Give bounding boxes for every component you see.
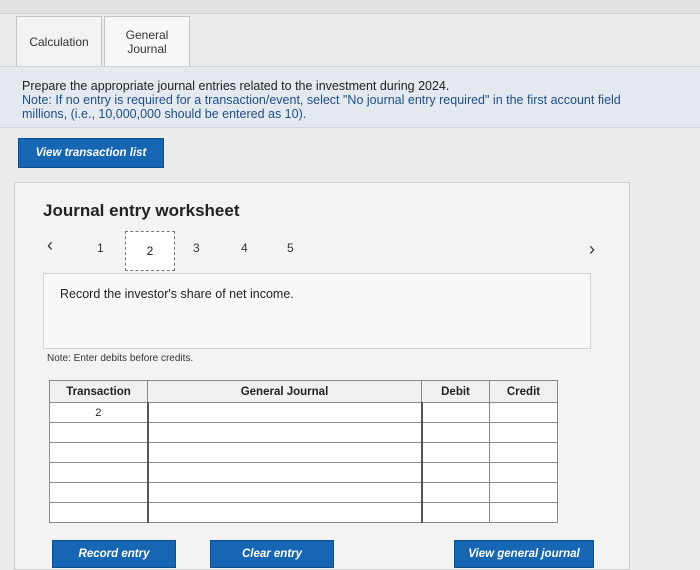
table-row bbox=[49, 422, 558, 443]
debit-value bbox=[423, 503, 490, 522]
credit-value bbox=[490, 443, 557, 462]
transaction-cell bbox=[49, 482, 149, 503]
table-row: 2 bbox=[49, 402, 558, 423]
account-value bbox=[149, 463, 421, 482]
transaction-cell bbox=[49, 462, 149, 483]
debit-value bbox=[423, 423, 490, 442]
transaction-description-box: Record the investor's share of net incom… bbox=[43, 273, 591, 349]
debit-value bbox=[423, 483, 490, 502]
credit-input[interactable] bbox=[489, 462, 558, 483]
page-link-5[interactable]: 5 bbox=[287, 241, 294, 255]
debits-note: Note: Enter debits before credits. bbox=[47, 353, 194, 364]
debit-input[interactable] bbox=[420, 482, 490, 503]
debit-input[interactable] bbox=[420, 402, 490, 423]
transaction-cell: 2 bbox=[49, 402, 149, 423]
view-transaction-list-button[interactable]: View transaction list bbox=[18, 138, 164, 168]
chevron-left-icon[interactable]: ‹ bbox=[47, 235, 53, 256]
credit-input[interactable] bbox=[489, 442, 558, 463]
worksheet-title: Journal entry worksheet bbox=[43, 201, 240, 220]
table-row bbox=[49, 442, 558, 463]
instructions-note-cont: millions, (i.e., 10,000,000 should be en… bbox=[22, 107, 307, 121]
account-select[interactable] bbox=[146, 402, 422, 423]
debit-value bbox=[423, 403, 490, 422]
account-select[interactable] bbox=[146, 482, 422, 503]
tab-general-journal-label: General Journal bbox=[125, 27, 169, 56]
journal-entry-worksheet: Journal entry worksheet ‹ 1 2 3 4 5 › Re… bbox=[14, 182, 630, 570]
account-value bbox=[149, 403, 421, 422]
transaction-cell bbox=[49, 442, 149, 463]
page-link-2-current[interactable]: 2 bbox=[125, 231, 175, 271]
account-value bbox=[149, 423, 421, 442]
debit-input[interactable] bbox=[420, 502, 490, 523]
page-link-2-label: 2 bbox=[146, 244, 154, 258]
table-row bbox=[49, 502, 558, 523]
instructions-panel: Prepare the appropriate journal entries … bbox=[0, 66, 700, 128]
header-debit: Debit bbox=[421, 380, 490, 403]
transaction-cell bbox=[49, 502, 149, 523]
account-value bbox=[149, 483, 421, 502]
credit-value bbox=[490, 503, 557, 522]
header-general-journal: General Journal bbox=[147, 380, 422, 403]
view-general-journal-button[interactable]: View general journal bbox=[454, 540, 594, 568]
account-select[interactable] bbox=[146, 462, 422, 483]
journal-table-header: Transaction General Journal Debit Credit bbox=[49, 380, 558, 403]
credit-input[interactable] bbox=[489, 482, 558, 503]
journal-table: Transaction General Journal Debit Credit… bbox=[49, 380, 558, 523]
instructions-text: Prepare the appropriate journal entries … bbox=[22, 79, 450, 93]
debit-input[interactable] bbox=[420, 422, 490, 443]
table-row bbox=[49, 462, 558, 483]
debit-value bbox=[423, 443, 490, 462]
table-row bbox=[49, 482, 558, 503]
tab-general-journal[interactable]: General Journal bbox=[104, 16, 190, 66]
tab-calculation[interactable]: Calculation bbox=[16, 16, 102, 66]
credit-input[interactable] bbox=[489, 402, 558, 423]
top-strip bbox=[0, 0, 700, 14]
debit-input[interactable] bbox=[420, 442, 490, 463]
chevron-right-icon[interactable]: › bbox=[589, 239, 595, 260]
account-select[interactable] bbox=[146, 422, 422, 443]
record-entry-button[interactable]: Record entry bbox=[52, 540, 176, 568]
credit-input[interactable] bbox=[489, 502, 558, 523]
clear-entry-button[interactable]: Clear entry bbox=[210, 540, 334, 568]
page-link-3[interactable]: 3 bbox=[193, 241, 200, 255]
header-credit: Credit bbox=[489, 380, 558, 403]
transaction-cell bbox=[49, 422, 149, 443]
account-value bbox=[149, 503, 421, 522]
credit-value bbox=[490, 483, 557, 502]
header-transaction: Transaction bbox=[49, 380, 148, 403]
instructions-note: Note: If no entry is required for a tran… bbox=[22, 93, 621, 107]
account-select[interactable] bbox=[146, 442, 422, 463]
page-link-1[interactable]: 1 bbox=[97, 241, 104, 255]
credit-value bbox=[490, 423, 557, 442]
credit-value bbox=[490, 403, 557, 422]
tab-calculation-label: Calculation bbox=[29, 34, 89, 49]
credit-input[interactable] bbox=[489, 422, 558, 443]
account-value bbox=[149, 443, 421, 462]
debit-value bbox=[423, 463, 490, 482]
debit-input[interactable] bbox=[420, 462, 490, 483]
page-link-4[interactable]: 4 bbox=[241, 241, 248, 255]
transaction-description: Record the investor's share of net incom… bbox=[60, 287, 294, 301]
account-select[interactable] bbox=[146, 502, 422, 523]
credit-value bbox=[490, 463, 557, 482]
